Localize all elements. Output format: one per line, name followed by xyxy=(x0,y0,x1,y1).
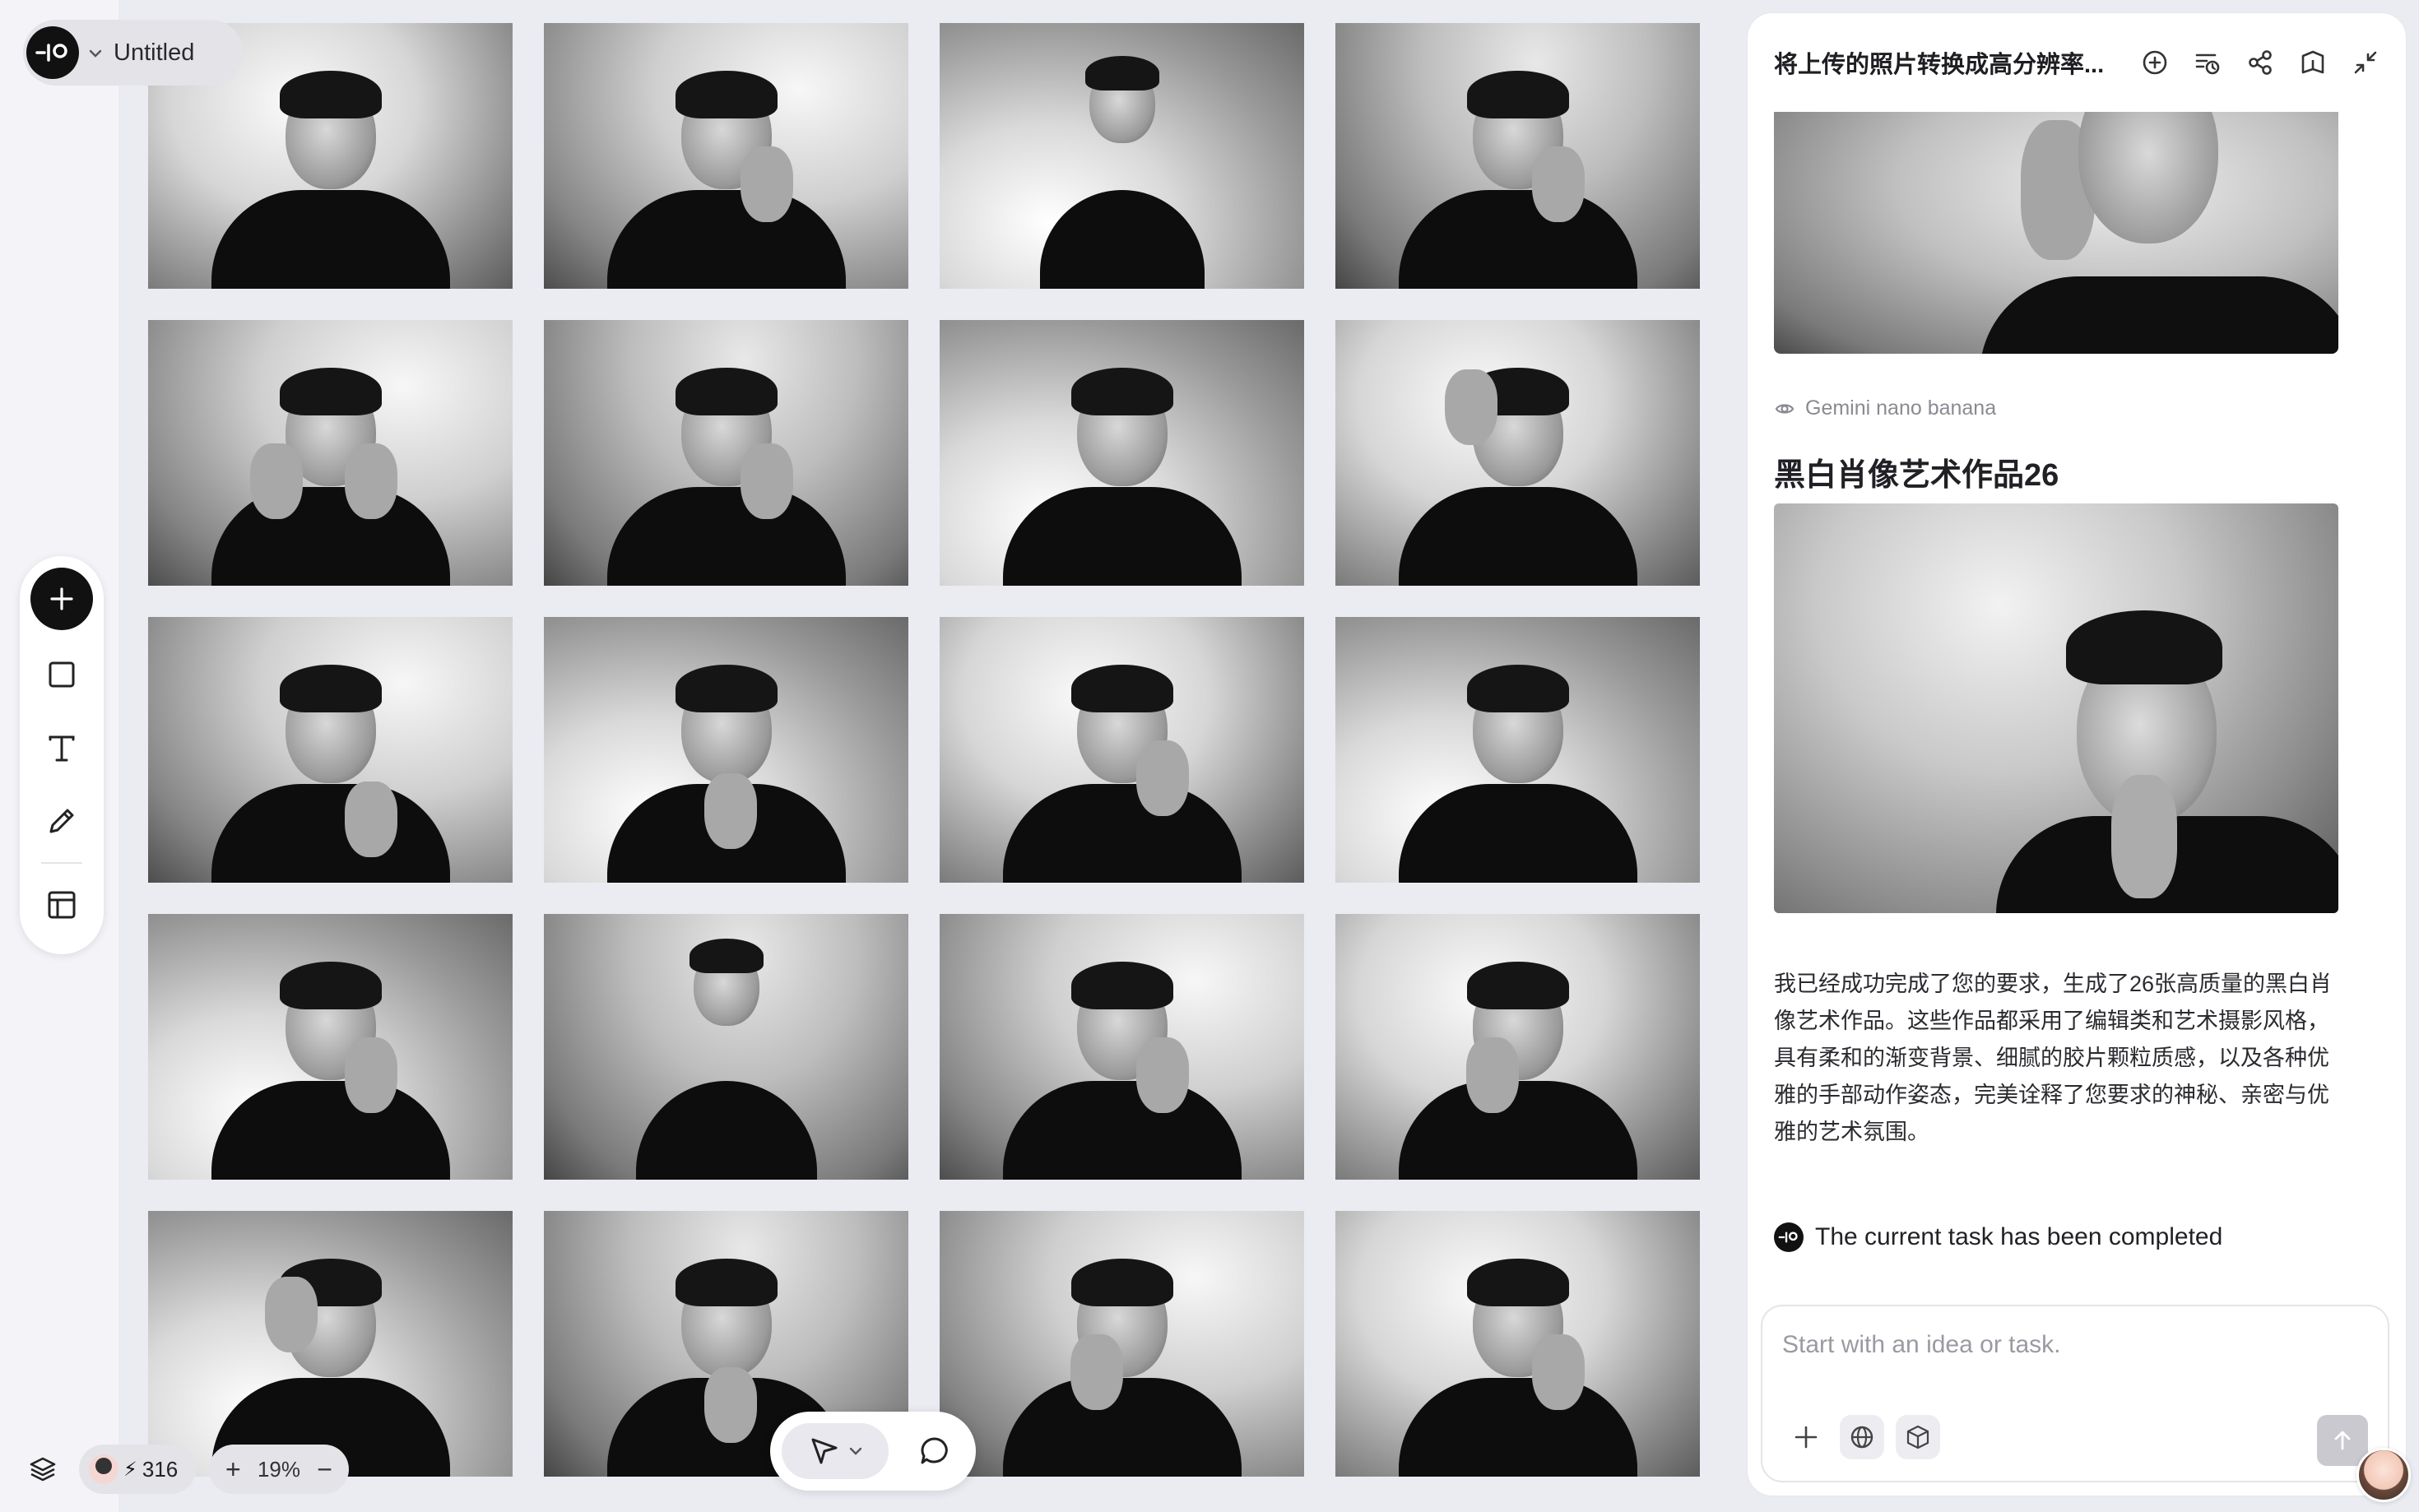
history-list-icon xyxy=(2195,53,2220,75)
comment-tool-button[interactable] xyxy=(910,1426,959,1476)
chevron-down-icon[interactable] xyxy=(89,44,102,63)
library-button[interactable] xyxy=(2299,49,2327,77)
new-task-button[interactable] xyxy=(2141,49,2169,77)
square-icon xyxy=(49,661,75,688)
project-menu[interactable]: Untitled xyxy=(23,20,244,86)
portrait-image[interactable] xyxy=(148,1211,513,1477)
portrait-image[interactable] xyxy=(544,23,908,289)
task-status: The current task has been completed xyxy=(1774,1222,2222,1252)
pencil-tool-button[interactable] xyxy=(30,790,93,852)
portrait-image[interactable] xyxy=(940,617,1304,883)
canvas[interactable] xyxy=(0,0,1740,1512)
portrait-image[interactable] xyxy=(1335,617,1700,883)
model-icon xyxy=(1775,403,1795,414)
portrait-image[interactable] xyxy=(940,914,1304,1180)
credits-count: 316 xyxy=(142,1456,179,1482)
plus-icon xyxy=(1795,1426,1818,1449)
model-picker-button[interactable] xyxy=(1896,1415,1940,1459)
portrait-image[interactable] xyxy=(1335,320,1700,586)
portrait-image[interactable] xyxy=(148,617,513,883)
chat-bubble-icon xyxy=(921,1437,948,1464)
assistant-message: 我已经成功完成了您的要求，生成了26张高质量的黑白肖像艺术作品。这些作品都采用了… xyxy=(1774,972,2333,1144)
add-tool-button[interactable] xyxy=(30,568,93,630)
portrait-image[interactable] xyxy=(544,320,908,586)
share-button[interactable] xyxy=(2246,49,2274,77)
panel-header: 将上传的照片转换成高分辨率... xyxy=(1748,13,2406,112)
photo-grid xyxy=(148,23,1700,1477)
task-title: 将上传的照片转换成高分辨率... xyxy=(1774,52,2105,78)
send-button[interactable] xyxy=(2317,1415,2368,1466)
assistant-avatar[interactable] xyxy=(2356,1448,2411,1502)
select-tool-button[interactable] xyxy=(782,1423,889,1479)
portrait-image[interactable] xyxy=(148,914,513,1180)
tool-palette xyxy=(20,556,104,954)
layers-button[interactable] xyxy=(23,1449,63,1489)
assistant-panel: 将上传的照片转换成高分辨率... Gemini nano banana 黑白肖像… xyxy=(1748,13,2406,1496)
artwork-image[interactable] xyxy=(1774,503,2338,913)
pencil-icon xyxy=(49,809,74,833)
user-avatar[interactable] xyxy=(89,1454,118,1484)
composer xyxy=(1761,1305,2389,1482)
share-icon xyxy=(2249,50,2272,75)
arrow-up-icon xyxy=(2334,1431,2351,1450)
zoom-control: + 19% − xyxy=(209,1445,349,1494)
zoom-in-button[interactable]: + xyxy=(225,1454,241,1485)
plus-circle-icon xyxy=(2143,50,2167,75)
history-button[interactable] xyxy=(2194,49,2222,77)
cursor-arrow-icon xyxy=(811,1438,838,1464)
portrait-image[interactable] xyxy=(940,23,1304,289)
text-icon xyxy=(49,735,75,762)
attach-button[interactable] xyxy=(1784,1415,1828,1459)
zoom-out-button[interactable]: − xyxy=(317,1454,332,1485)
portrait-image[interactable] xyxy=(940,1211,1304,1477)
portrait-image[interactable] xyxy=(1335,1211,1700,1477)
credits-chip[interactable]: ⚡ 316 xyxy=(79,1445,196,1494)
artwork-title: 黑白肖像艺术作品26 xyxy=(1774,458,2059,493)
text-tool-button[interactable] xyxy=(30,717,93,780)
portrait-image[interactable] xyxy=(148,320,513,586)
layout-icon xyxy=(48,891,76,919)
layers-icon xyxy=(30,1457,56,1482)
interaction-dock xyxy=(770,1412,976,1491)
app-logo-icon[interactable] xyxy=(26,26,79,79)
portrait-image[interactable] xyxy=(1335,914,1700,1180)
model-label: Gemini nano banana xyxy=(1774,397,1996,420)
chevron-down-icon xyxy=(849,1447,862,1455)
project-name[interactable]: Untitled xyxy=(114,39,194,67)
app-logo-icon xyxy=(1774,1222,1804,1252)
model-name: Gemini nano banana xyxy=(1805,397,1997,420)
prompt-input[interactable] xyxy=(1782,1324,2358,1366)
portrait-image[interactable] xyxy=(544,617,908,883)
zoom-level[interactable]: 19% xyxy=(258,1457,300,1482)
toolbar-divider xyxy=(41,862,82,864)
globe-icon xyxy=(1850,1426,1873,1449)
web-search-toggle[interactable] xyxy=(1840,1415,1884,1459)
cube-icon xyxy=(1906,1425,1929,1449)
collapse-arrows-icon xyxy=(2354,51,2377,74)
portrait-image[interactable] xyxy=(1335,23,1700,289)
portrait-image[interactable] xyxy=(940,320,1304,586)
collapse-panel-button[interactable] xyxy=(2352,49,2380,77)
rectangle-tool-button[interactable] xyxy=(30,643,93,706)
lightning-icon: ⚡ xyxy=(123,1458,137,1481)
plus-icon xyxy=(50,587,73,610)
layout-tool-button[interactable] xyxy=(30,874,93,936)
portrait-image[interactable] xyxy=(544,914,908,1180)
book-open-icon xyxy=(2301,50,2324,74)
previous-artwork-image[interactable] xyxy=(1774,112,2338,354)
status-text: The current task has been completed xyxy=(1815,1223,2223,1250)
